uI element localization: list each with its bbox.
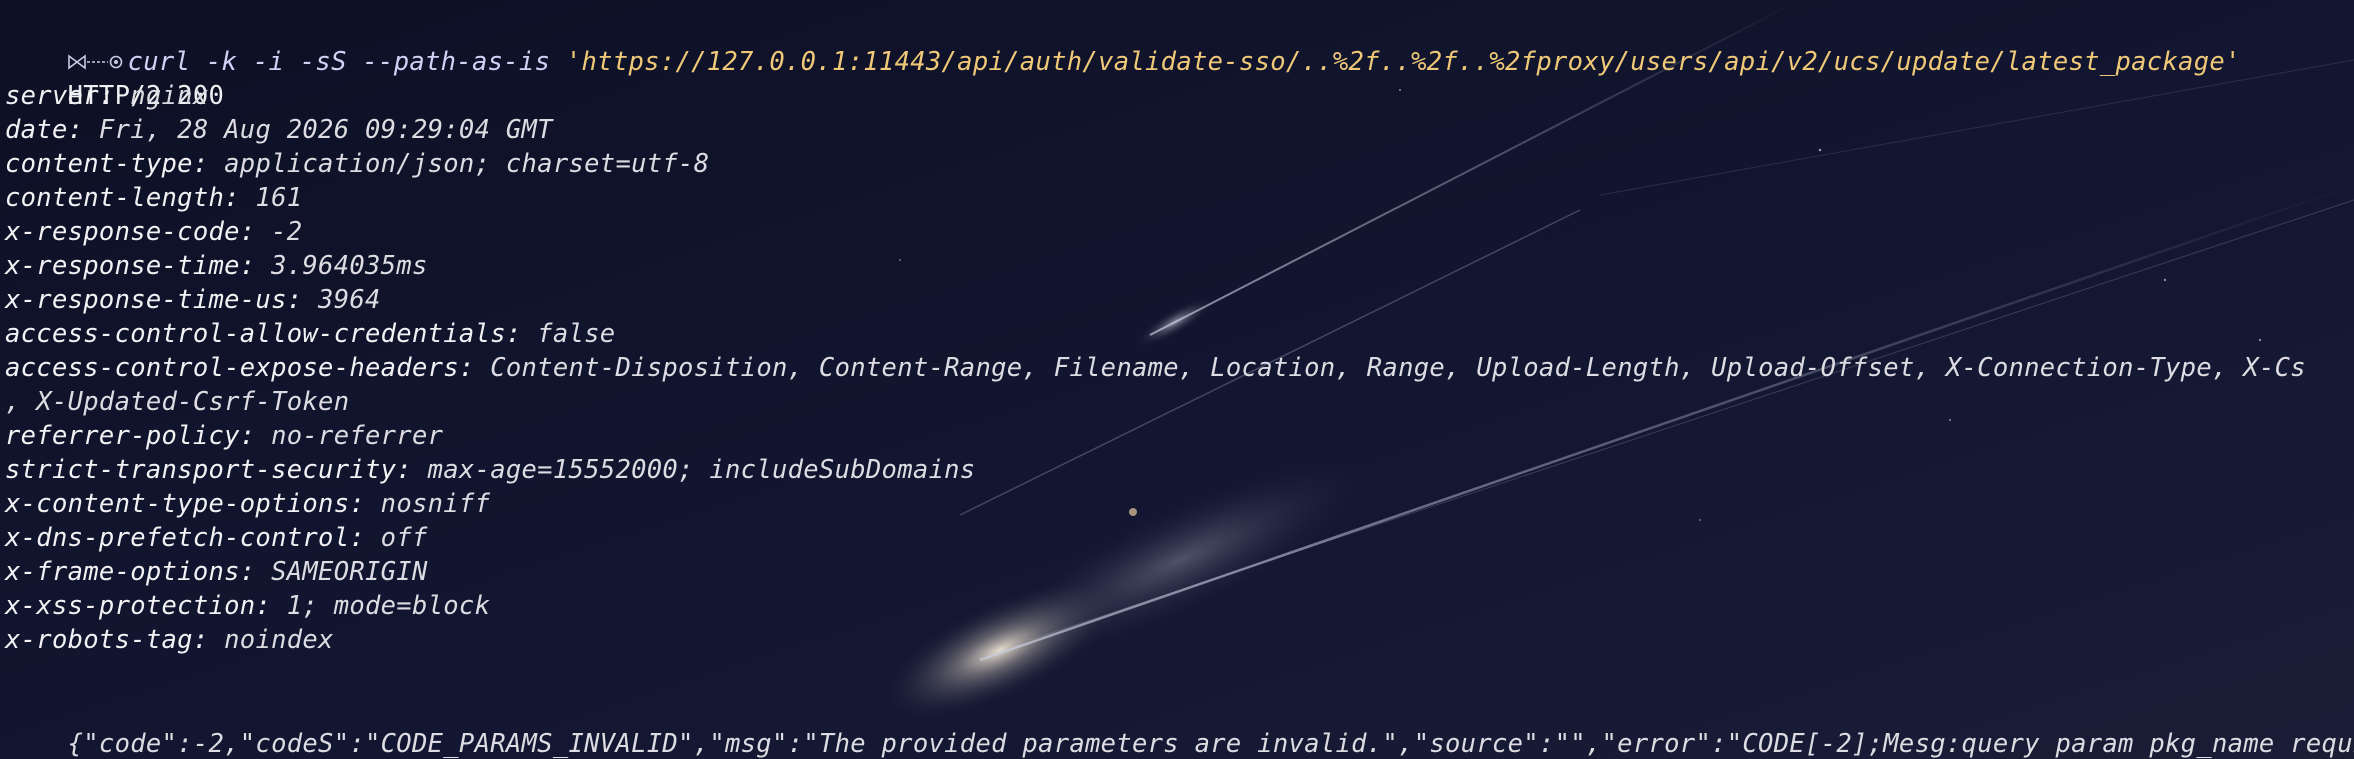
header-key: content-length: [5, 183, 240, 213]
header-line: referrer-policy: no-referrer [0, 419, 2354, 453]
header-line: content-length: 161 [0, 181, 2354, 215]
header-line: x-dns-prefetch-control: off [0, 521, 2354, 555]
header-line: content-type: application/json; charset=… [0, 147, 2354, 181]
header-value: , X-Updated-Csrf-Token [5, 387, 350, 417]
header-continuation-line: , X-Updated-Csrf-Token [0, 385, 2354, 419]
header-value: max-age=15552000; includeSubDomains [411, 455, 976, 485]
header-key: access-control-allow-credentials: [5, 319, 522, 349]
header-key: x-dns-prefetch-control: [5, 523, 366, 553]
json-body-text: {"code":-2,"codeS":"CODE_PARAMS_INVALID"… [67, 729, 2354, 759]
header-line: strict-transport-security: max-age=15552… [0, 453, 2354, 487]
header-value: noindex [208, 625, 334, 655]
header-line: x-response-code: -2 [0, 215, 2354, 249]
header-value: application/json; charset=utf-8 [208, 149, 710, 179]
header-key: x-frame-options: [5, 557, 256, 587]
header-key: access-control-expose-headers: [5, 353, 475, 383]
header-value: 3.964035ms [255, 251, 428, 281]
header-key: content-type: [5, 149, 209, 179]
response-body: {"code":-2,"codeS":"CODE_PARAMS_INVALID"… [0, 693, 2354, 759]
header-key: referrer-policy: [5, 421, 256, 451]
header-line: date: Fri, 28 Aug 2026 09:29:04 GMT [0, 113, 2354, 147]
header-line: x-xss-protection: 1; mode=block [0, 589, 2354, 623]
header-value: SAMEORIGIN [255, 557, 428, 587]
header-line: x-response-time: 3.964035ms [0, 249, 2354, 283]
header-line: x-frame-options: SAMEORIGIN [0, 555, 2354, 589]
header-line: server: nginx [0, 79, 2354, 113]
header-value: nosniff [365, 489, 491, 519]
header-value: -2 [255, 217, 303, 247]
header-line: access-control-expose-headers: Content-D… [0, 351, 2354, 385]
header-key: x-xss-protection: [5, 591, 272, 621]
header-line: x-content-type-options: nosniff [0, 487, 2354, 521]
header-value: nginx [114, 81, 209, 111]
status-line: HTTP/2 200 [0, 45, 2354, 111]
header-value: no-referrer [255, 421, 444, 451]
header-key: strict-transport-security: [5, 455, 412, 485]
header-value: 3964 [302, 285, 381, 315]
header-key: x-content-type-options: [5, 489, 366, 519]
header-line: x-robots-tag: noindex [0, 623, 2354, 657]
command-line: curl -k -i -sS --path-as-is 'https://127… [0, 11, 2354, 77]
header-value: Content-Disposition, Content-Range, File… [474, 353, 2306, 383]
header-value: false [521, 319, 616, 349]
header-key: x-robots-tag: [5, 625, 209, 655]
header-key: x-response-code: [5, 217, 256, 247]
header-key: x-response-time: [5, 251, 256, 281]
terminal-output[interactable]: curl -k -i -sS --path-as-is 'https://127… [0, 0, 2354, 759]
header-key: x-response-time-us: [5, 285, 303, 315]
header-key: server: [5, 81, 115, 111]
header-value: 1; mode=block [271, 591, 491, 621]
header-value: 161 [239, 183, 303, 213]
header-key: date: [5, 115, 84, 145]
header-line: access-control-allow-credentials: false [0, 317, 2354, 351]
header-line: x-response-time-us: 3964 [0, 283, 2354, 317]
header-value: off [365, 523, 428, 553]
header-value: Fri, 28 Aug 2026 09:29:04 GMT [83, 115, 553, 145]
